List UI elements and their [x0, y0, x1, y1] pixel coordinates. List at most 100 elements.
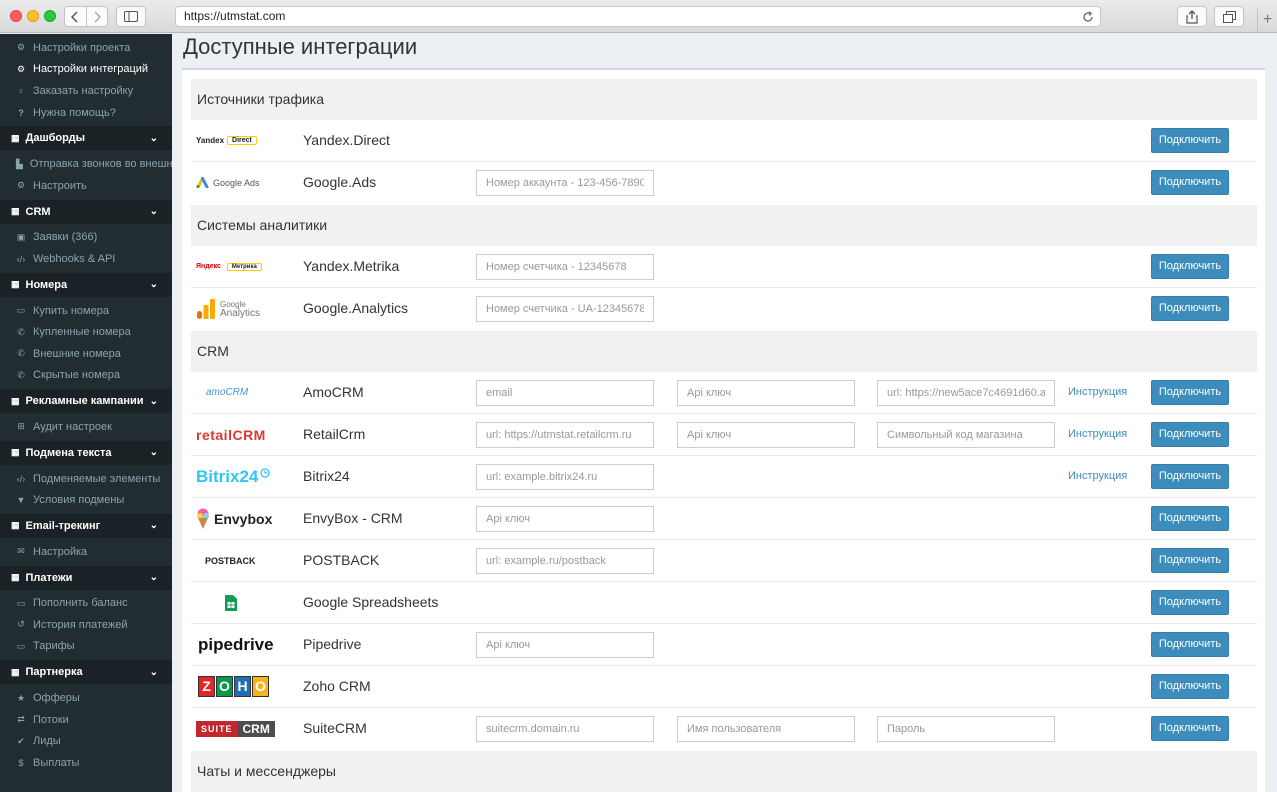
connect-button-google-ads[interactable]: Подключить — [1151, 170, 1229, 195]
grid-icon: ▦ — [11, 447, 20, 458]
sidebar-item-tariffs[interactable]: ▭ Тарифы — [0, 636, 172, 658]
connect-button-google-spreadsheets[interactable]: Подключить — [1151, 590, 1229, 615]
url-input[interactable] — [476, 548, 654, 574]
integration-row-google-analytics: Google Analytics Google.Analytics Подклю… — [191, 288, 1257, 330]
sidebar-item-integration-settings[interactable]: ⚙ Настройки интеграций — [0, 59, 172, 81]
connect-button-yandex-direct[interactable]: Подключить — [1151, 128, 1229, 153]
section-analytics: Системы аналитики — [191, 205, 1257, 246]
sidebar-item-requests[interactable]: ▣ Заявки (366) — [0, 227, 172, 249]
share-button[interactable] — [1177, 6, 1207, 27]
back-button[interactable] — [65, 7, 86, 26]
email-input[interactable] — [476, 380, 654, 406]
sidebar-item-offers[interactable]: ★ Офферы — [0, 687, 172, 709]
connect-button-zoho[interactable]: Подключить — [1151, 674, 1229, 699]
sidebar-item-payment-history[interactable]: ↺ История платежей — [0, 614, 172, 636]
account-number-input[interactable] — [476, 170, 654, 196]
counter-number-input[interactable] — [476, 254, 654, 280]
sidebar-item-replacement-conditions[interactable]: ▼ Условия подмены — [0, 489, 172, 511]
username-input[interactable] — [677, 716, 855, 742]
integration-name: Google.Ads — [303, 174, 377, 190]
sidebar-group-text-replacement[interactable]: ▦ Подмена текста ⌄ — [0, 440, 172, 465]
integration-row-yandex-direct: Yandex Direct Yandex.Direct Подключить — [191, 120, 1257, 162]
sidebar-item-bought-numbers[interactable]: ✆ Купленные номера — [0, 321, 172, 343]
card-icon: ▭ — [16, 640, 26, 651]
sidebar-group-ad-campaigns[interactable]: ▦ Рекламные кампании ⌄ — [0, 389, 172, 414]
connect-button-pipedrive[interactable]: Подключить — [1151, 632, 1229, 657]
grid-icon: ▦ — [11, 395, 20, 406]
sidebar-toggle-button[interactable] — [116, 6, 146, 27]
sidebar-icon — [124, 11, 138, 22]
connect-button-bitrix24[interactable]: Подключить — [1151, 464, 1229, 489]
yandex-metrika-logo: Яндекс Метрика — [196, 246, 276, 287]
integration-name: Pipedrive — [303, 636, 362, 652]
sidebar-group-partner[interactable]: ▦ Партнерка ⌄ — [0, 660, 172, 685]
forward-button[interactable] — [85, 7, 108, 26]
sidebar-item-external-numbers[interactable]: ✆ Внешние номера — [0, 343, 172, 365]
sidebar-group-crm[interactable]: ▦ CRM ⌄ — [0, 199, 172, 224]
instruction-link-retailcrm[interactable]: Инструкция — [1068, 414, 1127, 455]
sidebar-group-payments[interactable]: ▦ Платежи ⌄ — [0, 565, 172, 590]
connect-button-yandex-metrika[interactable]: Подключить — [1151, 254, 1229, 279]
connect-button-suitecrm[interactable]: Подключить — [1151, 716, 1229, 741]
chevron-down-icon: ⌄ — [149, 132, 158, 144]
sidebar-group-numbers[interactable]: ▦ Номера ⌄ — [0, 272, 172, 297]
connect-button-retailcrm[interactable]: Подключить — [1151, 422, 1229, 447]
sidebar-group-dashboards[interactable]: ▦ Дашборды ⌄ — [0, 126, 172, 151]
sidebar-item-top-up[interactable]: ▭ Пополнить баланс — [0, 593, 172, 615]
sidebar-item-email-setup[interactable]: ✉ Настройка — [0, 541, 172, 563]
sidebar-item-project-settings[interactable]: ⚙ Настройки проекта — [0, 37, 172, 59]
integration-row-postback: POSTBACK POSTBACK Подключить — [191, 540, 1257, 582]
code-icon: ‹/› — [16, 253, 26, 264]
sidebar-item-configure[interactable]: ⚙ Настроить — [0, 175, 172, 197]
google-sheets-icon — [225, 594, 237, 611]
shop-code-input[interactable] — [877, 422, 1055, 448]
chevron-down-icon: ⌄ — [149, 572, 158, 583]
gear-icon: ⚙ — [16, 180, 26, 191]
integration-row-retailcrm: retailCRM RetailCrm Инструкция Подключит… — [191, 414, 1257, 456]
password-input[interactable] — [877, 716, 1055, 742]
sidebar-item-payouts[interactable]: $ Выплаты — [0, 752, 172, 774]
card-icon: ▭ — [16, 597, 26, 608]
api-key-input[interactable] — [677, 380, 855, 406]
new-tab-button[interactable]: + — [1257, 9, 1277, 33]
domain-input[interactable] — [476, 716, 654, 742]
url-input[interactable] — [877, 380, 1055, 406]
instruction-link-amocrm[interactable]: Инструкция — [1068, 372, 1127, 413]
url-input[interactable] — [476, 464, 654, 490]
chevron-down-icon: ⌄ — [149, 520, 158, 532]
connect-button-envybox[interactable]: Подключить — [1151, 506, 1229, 531]
sidebar-item-streams[interactable]: ⇄ Потоки — [0, 709, 172, 731]
close-window-button[interactable] — [10, 10, 22, 22]
sidebar-item-webhooks[interactable]: ‹/› Webhooks & API — [0, 248, 172, 270]
instruction-link-bitrix24[interactable]: Инструкция — [1068, 456, 1127, 497]
sidebar-item-hidden-numbers[interactable]: ✆ Скрытые номера — [0, 365, 172, 387]
sidebar-item-help[interactable]: ? Нужна помощь? — [0, 102, 172, 124]
api-key-input[interactable] — [476, 506, 654, 532]
sidebar: ⚙ Настройки проекта ⚙ Настройки интеграций… — [0, 34, 172, 792]
lightbulb-icon: ♀ — [17, 85, 25, 96]
zoho-logo: Z O H O — [196, 666, 276, 707]
sidebar-item-replaced-elements[interactable]: ‹/› Подменяемые элементы — [0, 468, 172, 490]
maximize-window-button[interactable] — [44, 10, 56, 22]
clock-icon — [260, 467, 271, 478]
sidebar-group-email-tracking[interactable]: ▦ Email-трекинг ⌄ — [0, 513, 172, 538]
gear-icon: ⚙ — [16, 42, 26, 53]
connect-button-amocrm[interactable]: Подключить — [1151, 380, 1229, 405]
address-bar[interactable]: https://utmstat.com — [175, 6, 1101, 27]
sidebar-item-buy-numbers[interactable]: ▭ Купить номера — [0, 300, 172, 322]
tabs-overview-button[interactable] — [1214, 6, 1244, 27]
connect-button-google-analytics[interactable]: Подключить — [1151, 296, 1229, 321]
minimize-window-button[interactable] — [27, 10, 39, 22]
api-key-input[interactable] — [476, 632, 654, 658]
sidebar-item-order-setup[interactable]: ♀ Заказать настройку — [0, 80, 172, 102]
reload-icon[interactable] — [1082, 10, 1094, 29]
url-input[interactable] — [476, 422, 654, 448]
sidebar-item-call-export[interactable]: ▙ Отправка звонков во внешни — [0, 153, 172, 175]
sidebar-item-leads[interactable]: ✔ Лиды — [0, 730, 172, 752]
connect-button-postback[interactable]: Подключить — [1151, 548, 1229, 573]
api-key-input[interactable] — [677, 422, 855, 448]
yandex-direct-logo: Yandex Direct — [196, 120, 276, 161]
counter-number-input[interactable] — [476, 296, 654, 322]
question-icon: ? — [18, 107, 24, 118]
sidebar-item-settings-audit[interactable]: ⊞ Аудит настроек — [0, 416, 172, 438]
